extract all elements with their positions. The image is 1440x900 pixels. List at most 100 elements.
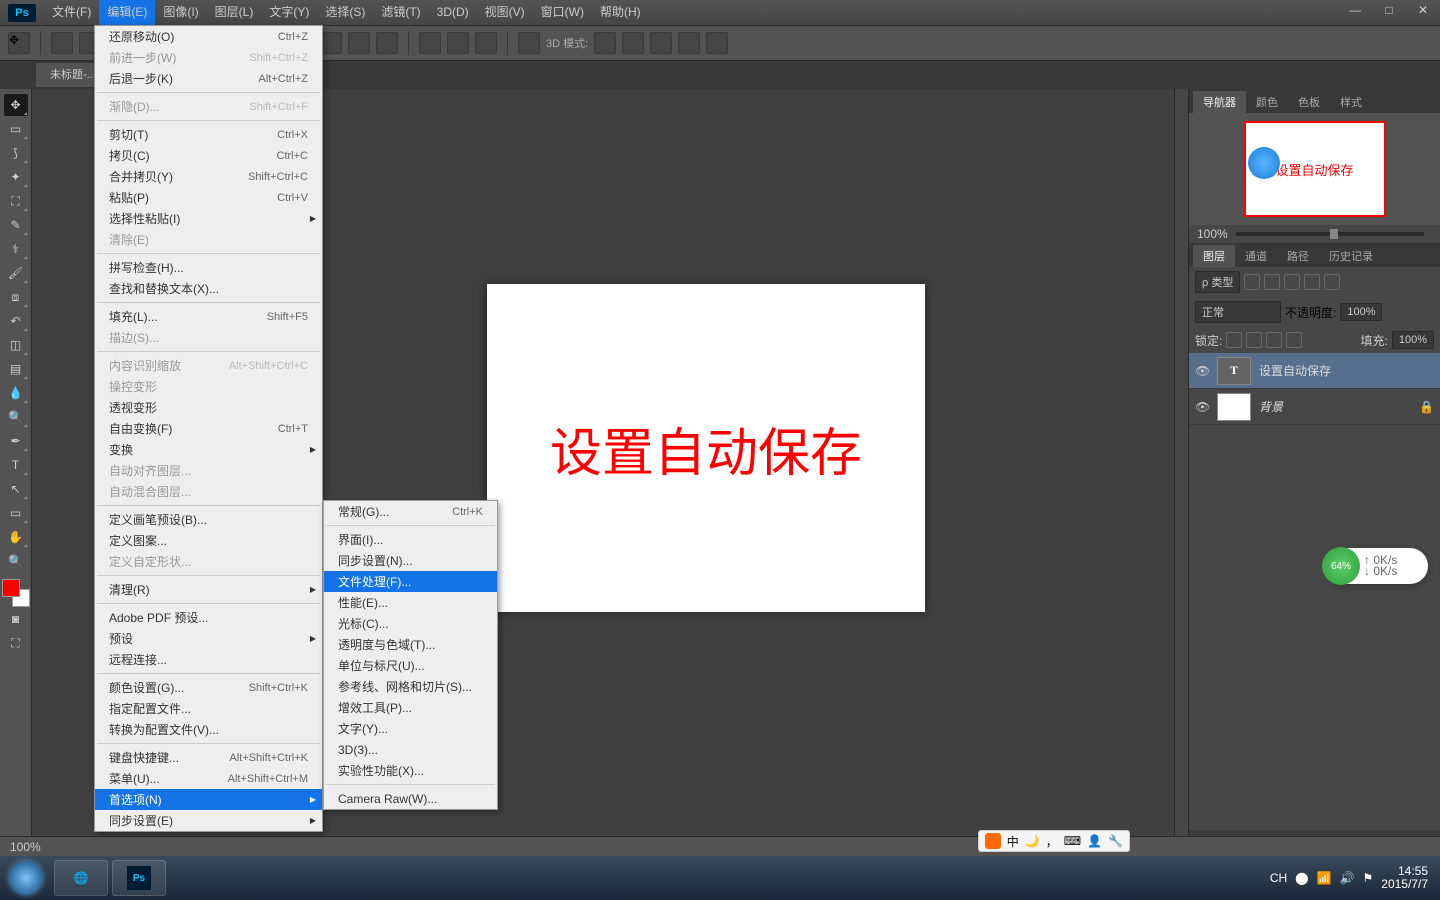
- menu-item[interactable]: 增效工具(P)...: [324, 697, 497, 718]
- menu-item[interactable]: 转换为配置文件(V)...: [95, 719, 322, 740]
- distribute-icon[interactable]: [419, 32, 441, 54]
- menu-item[interactable]: 性能(E)...: [324, 592, 497, 613]
- quickmask-toggle[interactable]: ◙: [4, 608, 28, 630]
- tray-lang[interactable]: CH: [1270, 871, 1287, 885]
- type-tool[interactable]: T: [4, 454, 28, 476]
- panel-tab[interactable]: 历史记录: [1319, 245, 1383, 267]
- 3d-icon[interactable]: [650, 32, 672, 54]
- distribute-icon[interactable]: [475, 32, 497, 54]
- keyboard-icon[interactable]: ⌨: [1064, 834, 1081, 848]
- layer-kind-filter[interactable]: ρ 类型: [1195, 271, 1240, 293]
- visibility-icon[interactable]: 👁: [1195, 364, 1209, 378]
- lock-pixels-icon[interactable]: [1246, 332, 1262, 348]
- tray-network-icon[interactable]: 📶: [1317, 871, 1332, 885]
- menu-item[interactable]: 同步设置(E): [95, 810, 322, 831]
- distribute-icon[interactable]: [320, 32, 342, 54]
- filter-image-icon[interactable]: [1244, 274, 1260, 290]
- zoom-tool[interactable]: 🔍: [4, 550, 28, 572]
- panel-tab[interactable]: 通道: [1235, 245, 1277, 267]
- stamp-tool[interactable]: ⧈: [4, 286, 28, 308]
- layer-row[interactable]: 👁背景🔒: [1189, 389, 1440, 425]
- menu-item[interactable]: 拼写检查(H)...: [95, 257, 322, 278]
- menu-item[interactable]: 菜单(U)...Alt+Shift+Ctrl+M: [95, 768, 322, 789]
- menu-帮助(H)[interactable]: 帮助(H): [592, 0, 649, 25]
- menu-item[interactable]: 选择性粘贴(I): [95, 208, 322, 229]
- panel-tab[interactable]: 导航器: [1193, 91, 1246, 113]
- layer-thumb[interactable]: [1217, 393, 1251, 421]
- menu-item[interactable]: 远程连接...: [95, 649, 322, 670]
- heal-tool[interactable]: ⚕: [4, 238, 28, 260]
- lasso-tool[interactable]: ⟆: [4, 142, 28, 164]
- menu-item[interactable]: 光标(C)...: [324, 613, 497, 634]
- lock-position-icon[interactable]: [1266, 332, 1282, 348]
- menu-item[interactable]: 文件处理(F)...: [324, 571, 497, 592]
- screenmode-toggle[interactable]: ⛶: [4, 632, 28, 654]
- menu-item[interactable]: 文字(Y)...: [324, 718, 497, 739]
- menu-item[interactable]: 合并拷贝(Y)Shift+Ctrl+C: [95, 166, 322, 187]
- 3d-icon[interactable]: [678, 32, 700, 54]
- hand-tool[interactable]: ✋: [4, 526, 28, 548]
- menu-item[interactable]: 透明度与色域(T)...: [324, 634, 497, 655]
- move-tool[interactable]: ✥: [4, 94, 28, 116]
- distribute-icon[interactable]: [518, 32, 540, 54]
- eyedropper-tool[interactable]: ✎: [4, 214, 28, 236]
- blur-tool[interactable]: 💧: [4, 382, 28, 404]
- move-tool-icon[interactable]: ✥: [8, 32, 30, 54]
- menu-item[interactable]: 键盘快捷键...Alt+Shift+Ctrl+K: [95, 747, 322, 768]
- visibility-icon[interactable]: 👁: [1195, 400, 1209, 414]
- menu-图像(I)[interactable]: 图像(I): [155, 0, 206, 25]
- menu-item[interactable]: 剪切(T)Ctrl+X: [95, 124, 322, 145]
- brush-tool[interactable]: 🖌: [4, 262, 28, 284]
- auto-select-check[interactable]: [51, 32, 73, 54]
- wrench-icon[interactable]: 🔧: [1108, 834, 1123, 848]
- menu-item[interactable]: 粘贴(P)Ctrl+V: [95, 187, 322, 208]
- menu-item[interactable]: 变换: [95, 439, 322, 460]
- pen-tool[interactable]: ✒: [4, 430, 28, 452]
- lock-all-icon[interactable]: [1286, 332, 1302, 348]
- menu-item[interactable]: 后退一步(K)Alt+Ctrl+Z: [95, 68, 322, 89]
- menu-item[interactable]: 参考线、网格和切片(S)...: [324, 676, 497, 697]
- dodge-tool[interactable]: 🔍: [4, 406, 28, 428]
- ime-lang[interactable]: 中: [1007, 833, 1019, 850]
- moon-icon[interactable]: 🌙: [1025, 834, 1040, 848]
- panel-tab[interactable]: 图层: [1193, 245, 1235, 267]
- menu-item[interactable]: 透视变形: [95, 397, 322, 418]
- color-swatches[interactable]: [2, 579, 30, 607]
- navigator-thumbnail[interactable]: 设置自动保存: [1244, 121, 1386, 217]
- wand-tool[interactable]: ✦: [4, 166, 28, 188]
- panel-tab[interactable]: 样式: [1330, 91, 1372, 113]
- menu-item[interactable]: 还原移动(O)Ctrl+Z: [95, 26, 322, 47]
- menu-item[interactable]: 单位与标尺(U)...: [324, 655, 497, 676]
- float-widget[interactable]: 64% ↑ 0K/s ↓ 0K/s: [1328, 548, 1428, 584]
- taskbar-photoshop[interactable]: Ps: [112, 860, 166, 896]
- tray-clock[interactable]: 14:552015/7/7: [1381, 865, 1428, 891]
- comma-icon[interactable]: ，: [1046, 833, 1058, 850]
- tray-volume-icon[interactable]: 🔊: [1340, 871, 1355, 885]
- collapsed-panel-strip[interactable]: [1174, 89, 1188, 856]
- eraser-tool[interactable]: ◫: [4, 334, 28, 356]
- menu-item[interactable]: 查找和替换文本(X)...: [95, 278, 322, 299]
- ime-toolbar[interactable]: 中 🌙 ， ⌨ 👤 🔧: [978, 830, 1130, 852]
- fill-input[interactable]: 100%: [1392, 331, 1434, 349]
- blend-mode-select[interactable]: 正常: [1195, 301, 1281, 323]
- filter-smart-icon[interactable]: [1324, 274, 1340, 290]
- history-brush-tool[interactable]: ↶: [4, 310, 28, 332]
- menu-item[interactable]: 自由变换(F)Ctrl+T: [95, 418, 322, 439]
- menu-item[interactable]: 定义画笔预设(B)...: [95, 509, 322, 530]
- menu-文字(Y)[interactable]: 文字(Y): [261, 0, 317, 25]
- menu-文件(F)[interactable]: 文件(F): [44, 0, 99, 25]
- menu-窗口(W)[interactable]: 窗口(W): [533, 0, 592, 25]
- layer-thumb[interactable]: T: [1217, 357, 1251, 385]
- menu-item[interactable]: 界面(I)...: [324, 529, 497, 550]
- menu-item[interactable]: 拷贝(C)Ctrl+C: [95, 145, 322, 166]
- marquee-tool[interactable]: ▭: [4, 118, 28, 140]
- panel-tab[interactable]: 颜色: [1246, 91, 1288, 113]
- distribute-icon[interactable]: [376, 32, 398, 54]
- sogou-icon[interactable]: [985, 833, 1001, 849]
- person-icon[interactable]: 👤: [1087, 834, 1102, 848]
- distribute-icon[interactable]: [348, 32, 370, 54]
- 3d-icon[interactable]: [622, 32, 644, 54]
- menu-item[interactable]: 常规(G)...Ctrl+K: [324, 501, 497, 522]
- close-button[interactable]: ✕: [1408, 0, 1438, 20]
- start-button[interactable]: [4, 860, 48, 896]
